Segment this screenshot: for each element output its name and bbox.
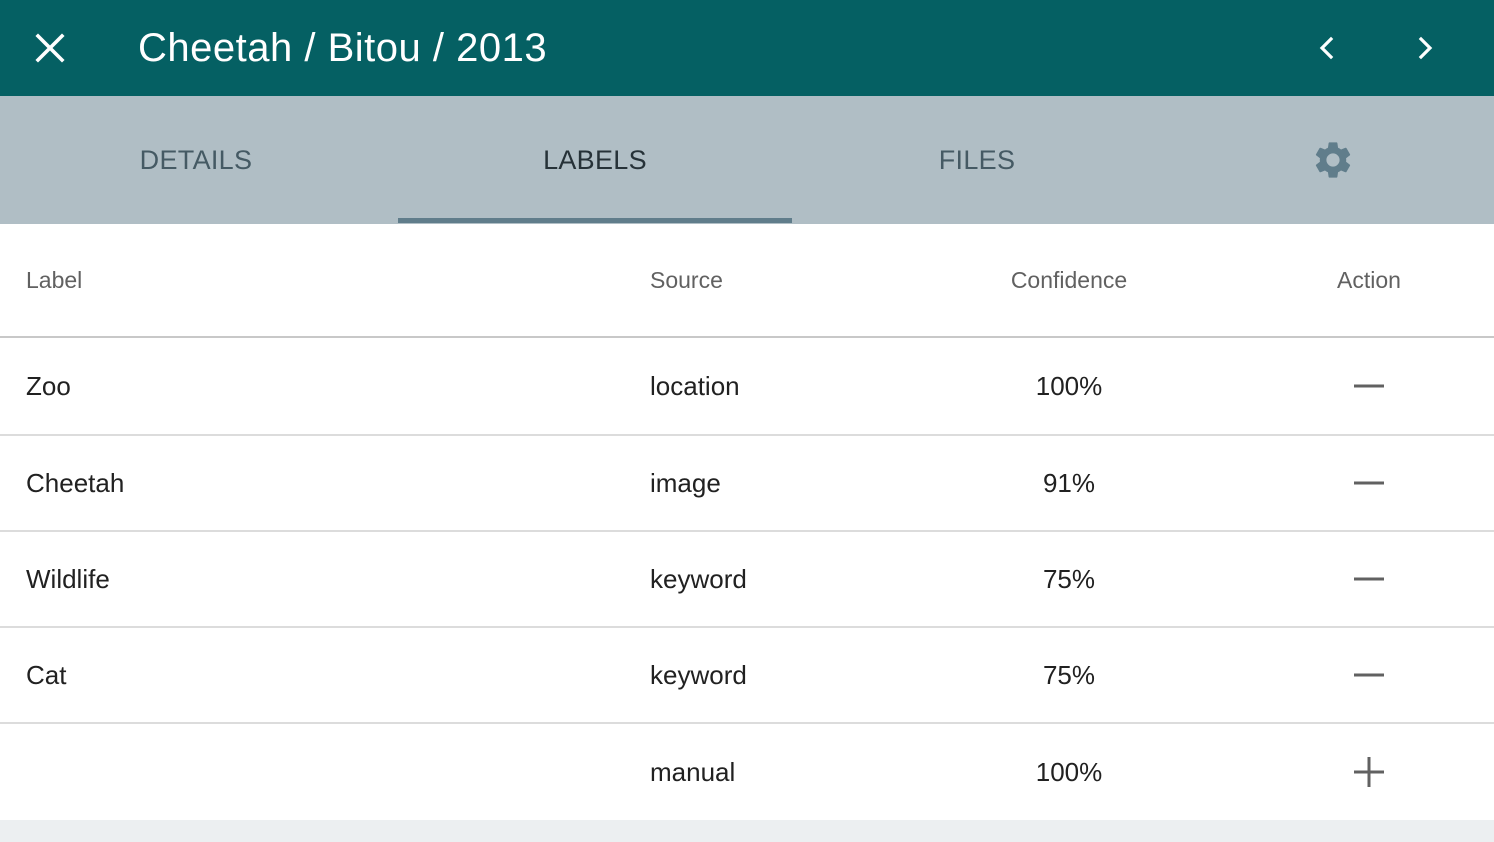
remove-label-button[interactable]: [1341, 358, 1397, 414]
close-button[interactable]: [18, 16, 82, 80]
minus-icon: [1354, 577, 1384, 581]
source-cell: image: [650, 467, 721, 498]
action-cell: [1310, 724, 1428, 820]
source-cell: manual: [650, 756, 736, 787]
gear-icon: [1315, 142, 1351, 178]
column-header-action: Action: [1337, 266, 1401, 293]
source-cell: location: [650, 370, 740, 401]
action-cell: [1310, 338, 1428, 434]
minus-icon: [1354, 673, 1384, 677]
table-row: Wildlife keyword 75%: [0, 532, 1494, 628]
next-button[interactable]: [1392, 16, 1456, 80]
confidence-cell: 100%: [1035, 756, 1103, 787]
toolbar: Cheetah / Bitou / 2013: [0, 0, 1494, 96]
action-cell: [1310, 532, 1428, 626]
labels-dialog: Cheetah / Bitou / 2013 DETAILS LABELS FI…: [0, 0, 1494, 842]
tab-settings[interactable]: [1172, 96, 1494, 224]
tab-labels[interactable]: LABELS: [398, 96, 792, 224]
column-header-label[interactable]: Label: [26, 224, 82, 336]
tab-details[interactable]: DETAILS: [0, 96, 392, 224]
labels-table: Label Source Confidence Action Zoo locat…: [0, 224, 1494, 820]
label-cell: Zoo: [26, 370, 71, 401]
confidence-cell: 75%: [1042, 659, 1096, 690]
active-tab-indicator: [398, 218, 792, 223]
tab-files[interactable]: FILES: [792, 96, 1162, 224]
plus-icon: [1354, 757, 1384, 787]
label-cell: Cat: [26, 659, 67, 690]
table-row: Cheetah image 91%: [0, 436, 1494, 532]
add-label-button[interactable]: [1341, 744, 1397, 800]
action-cell: [1310, 628, 1428, 722]
tab-bar: DETAILS LABELS FILES: [0, 96, 1494, 224]
new-label-input[interactable]: [26, 724, 586, 820]
label-cell: Wildlife: [26, 563, 110, 594]
page-title: Cheetah / Bitou / 2013: [138, 26, 548, 70]
add-label-row: manual 100%: [0, 724, 1494, 820]
minus-icon: [1354, 481, 1384, 485]
chevron-right-icon: [1418, 36, 1433, 60]
action-cell: [1310, 436, 1428, 530]
table-row: Cat keyword 75%: [0, 628, 1494, 724]
source-cell: keyword: [650, 563, 747, 594]
confidence-cell: 75%: [1042, 563, 1096, 594]
previous-button[interactable]: [1296, 16, 1360, 80]
minus-icon: [1354, 384, 1384, 388]
label-cell: Cheetah: [26, 467, 125, 498]
confidence-cell: 91%: [1042, 467, 1096, 498]
table-header: Label Source Confidence Action: [0, 224, 1494, 338]
remove-label-button[interactable]: [1341, 551, 1397, 607]
table-row: Zoo location 100%: [0, 338, 1494, 436]
column-header-confidence[interactable]: Confidence: [1000, 224, 1138, 336]
column-header-source[interactable]: Source: [650, 224, 723, 336]
confidence-cell: 100%: [1035, 370, 1103, 401]
close-icon: [35, 33, 65, 63]
source-cell: keyword: [650, 659, 747, 690]
chevron-left-icon: [1319, 36, 1334, 60]
remove-label-button[interactable]: [1341, 647, 1397, 703]
remove-label-button[interactable]: [1341, 455, 1397, 511]
